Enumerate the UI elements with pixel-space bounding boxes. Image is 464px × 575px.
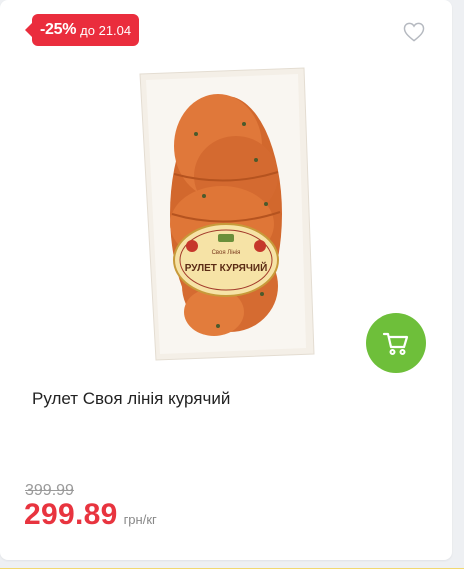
add-to-cart-button[interactable] xyxy=(366,313,426,373)
discount-percent: -25% xyxy=(40,21,77,38)
price-unit: грн/кг xyxy=(123,512,157,527)
product-card[interactable]: -25% до 21.04 Своя Лінія РУЛЕТ КУРЯЧИЙ Р… xyxy=(0,0,452,560)
discount-badge: -25% до 21.04 xyxy=(25,14,140,46)
product-image[interactable]: Своя Лінія РУЛЕТ КУРЯЧИЙ xyxy=(126,64,326,364)
wishlist-heart-icon[interactable] xyxy=(402,20,426,44)
label-title: РУЛЕТ КУРЯЧИЙ xyxy=(185,261,268,274)
current-price: 299.89 xyxy=(24,498,118,531)
label-brand: Своя Лінія xyxy=(212,250,241,256)
price-row: 299.89 грн/кг xyxy=(24,498,157,532)
discount-until: до 21.04 xyxy=(80,22,132,38)
cart-icon xyxy=(382,332,409,355)
product-title[interactable]: Рулет Своя лінія курячий xyxy=(32,388,432,410)
